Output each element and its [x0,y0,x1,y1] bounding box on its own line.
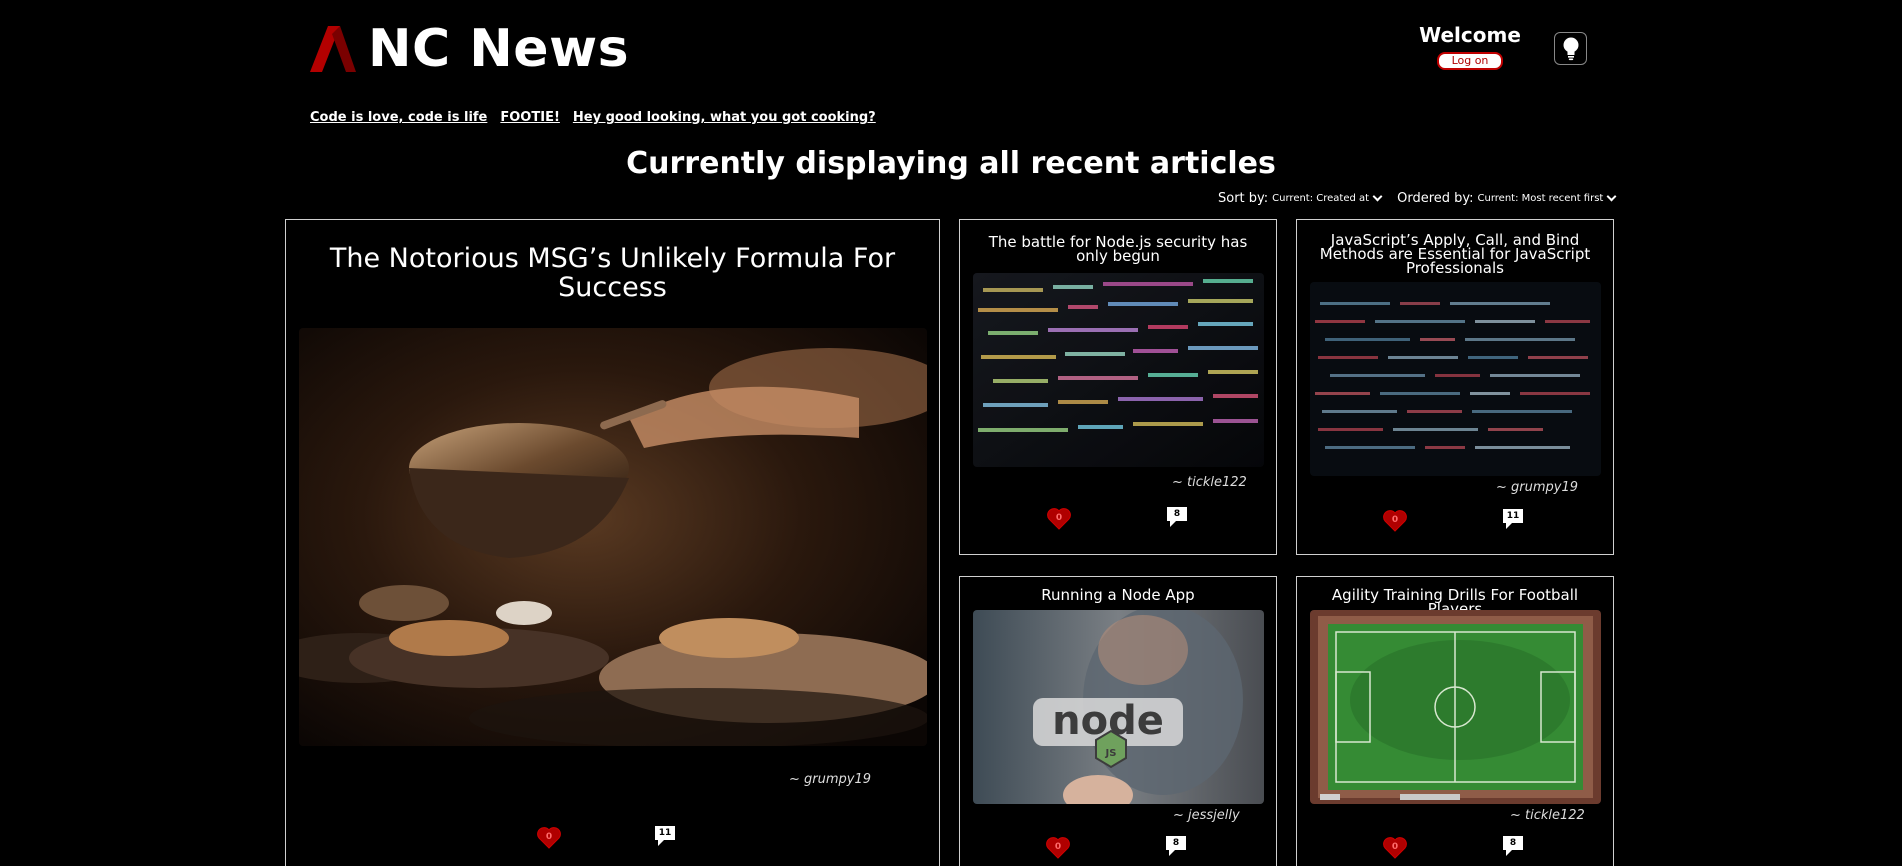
article-author: ~ grumpy19 [1496,480,1579,495]
sort-by-select[interactable]: Current: Created at [1272,191,1383,204]
user-panel: Welcome Log on [1410,23,1530,70]
article-image [1310,282,1601,476]
article-author: ~ grumpy19 [789,772,872,787]
logo-text: NC News [368,19,630,79]
comment-count: 8 [1173,509,1181,519]
comment-count: 11 [658,828,672,838]
article-author: ~ jessjelly [1173,808,1240,823]
article-author: ~ tickle122 [1172,475,1247,490]
topic-link-coding[interactable]: Code is love, code is life [310,110,487,125]
article-image [299,328,927,746]
comments-button[interactable]: 11 [1499,505,1527,533]
chevron-down-icon [1606,191,1617,202]
node-sticker-photo: node JS [973,610,1264,804]
order-by-select[interactable]: Current: Most recent first [1477,191,1617,204]
article-image [1310,610,1601,804]
order-by-value: Current: Most recent first [1477,193,1604,204]
svg-text:JS: JS [1105,748,1117,759]
comment-count: 8 [1172,838,1180,848]
article-title: The Notorious MSG’s Unlikely Formula For… [329,243,896,303]
article-title: JavaScript’s Apply, Call, and Bind Metho… [1319,231,1591,277]
vote-count: 0 [1391,515,1399,525]
comment-count: 11 [1506,511,1520,521]
comments-button[interactable]: 11 [651,822,679,850]
vote-button[interactable]: 0 [535,824,563,852]
topic-link-football[interactable]: FOOTIE! [500,110,560,125]
code-screen-dark-photo [1310,282,1601,476]
article-image: node JS [973,610,1264,804]
article-card[interactable]: Agility Training Drills For Football Pla… [1296,576,1614,866]
sort-by-group: Sort by: Current: Created at [1218,191,1383,206]
order-by-label: Ordered by: [1397,191,1474,206]
football-pitch-aerial-photo [1310,610,1601,804]
article-card[interactable]: Running a Node App node JS ~ jessjelly 0… [959,576,1277,866]
article-card-featured[interactable]: The Notorious MSG’s Unlikely Formula For… [285,219,940,866]
article-title: Running a Node App [1041,586,1195,604]
topic-nav: Code is love, code is life FOOTIE! Hey g… [310,110,876,125]
site-logo[interactable]: NC News [308,19,630,79]
comments-button[interactable]: 8 [1162,832,1190,860]
comment-count: 8 [1509,838,1517,848]
login-button[interactable]: Log on [1436,52,1504,70]
code-screen-photo [973,273,1264,467]
vote-button[interactable]: 0 [1381,507,1409,535]
vote-count: 0 [545,832,553,842]
page-title: Currently displaying all recent articles [626,146,1276,181]
order-by-group: Ordered by: Current: Most recent first [1397,191,1617,206]
sort-by-label: Sort by: [1218,191,1269,206]
vote-button[interactable]: 0 [1044,834,1072,862]
comments-button[interactable]: 8 [1499,832,1527,860]
cooking-pan-photo [299,328,927,746]
lightbulb-icon [1563,37,1578,60]
article-author: ~ tickle122 [1510,808,1585,823]
article-card[interactable]: The battle for Node.js security has only… [959,219,1277,555]
welcome-text: Welcome [1419,23,1521,47]
article-image [973,273,1264,467]
sort-by-value: Current: Created at [1272,193,1370,204]
vote-count: 0 [1055,513,1063,523]
vote-count: 0 [1391,842,1399,852]
topic-link-cooking[interactable]: Hey good looking, what you got cooking? [573,110,876,125]
sort-controls: Sort by: Current: Created at Ordered by:… [1218,191,1617,206]
vote-count: 0 [1054,842,1062,852]
comments-button[interactable]: 8 [1163,503,1191,531]
article-card[interactable]: JavaScript’s Apply, Call, and Bind Metho… [1296,219,1614,555]
vote-button[interactable]: 0 [1045,505,1073,533]
theme-toggle-button[interactable] [1554,32,1587,65]
vote-button[interactable]: 0 [1381,834,1409,862]
article-title: The battle for Node.js security has only… [988,233,1248,265]
logo-icon [310,26,356,72]
chevron-down-icon [1372,191,1383,202]
